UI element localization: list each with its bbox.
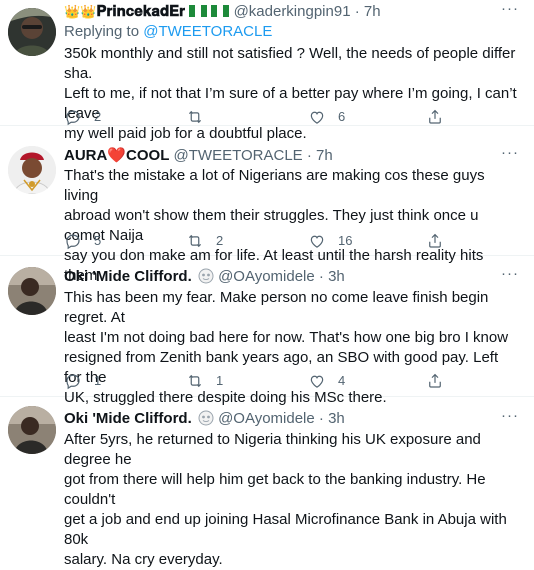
crown-emoji: 👑👑	[64, 4, 97, 19]
timestamp[interactable]: 3h	[328, 268, 345, 285]
avatar[interactable]	[8, 8, 56, 56]
retweet-count: 1	[216, 373, 224, 388]
user-handle[interactable]: @kaderkingpin91	[234, 3, 351, 20]
share-button[interactable]	[426, 231, 456, 251]
separator-dot: ·	[318, 268, 324, 285]
heart-emoji: ❤️	[107, 147, 127, 164]
tweet-header: 👑👑𝐏𝐫𝐢𝐧𝐜𝐞𝐤𝐚𝐝𝐄𝐫 @kaderkingpin91 · 7h	[64, 2, 494, 22]
avatar[interactable]	[8, 406, 56, 454]
display-name[interactable]: Oki 'Mide Clifford.	[64, 268, 192, 285]
tweet-text-line: get a job and end up joining Hasal Micro…	[64, 511, 507, 548]
retweet-button[interactable]: 1	[186, 371, 223, 391]
more-options-icon[interactable]: ···	[500, 145, 520, 167]
user-handle[interactable]: @OAyomidele	[218, 268, 315, 285]
tweet-text-line: After 5yrs, he returned to Nigeria think…	[64, 431, 481, 468]
tweet-header: Oki 'Mide Clifford. @OAyomidele · 3h	[64, 409, 494, 429]
replying-to-link[interactable]: @TWEETORACLE	[143, 23, 272, 40]
reply-icon	[66, 110, 80, 126]
display-name[interactable]: 𝐏𝐫𝐢𝐧𝐜𝐞𝐤𝐚𝐝𝐄𝐫	[96, 3, 185, 20]
replying-prefix: Replying to	[64, 23, 140, 40]
face-emoji-icon	[198, 410, 214, 426]
retweet-icon	[188, 374, 202, 388]
display-name-part: AURA	[64, 147, 108, 164]
tweet-text: After 5yrs, he returned to Nigeria think…	[64, 430, 519, 570]
more-options-icon[interactable]: ···	[500, 266, 520, 288]
user-handle[interactable]: @OAyomidele	[218, 410, 315, 427]
timestamp[interactable]: 3h	[328, 410, 345, 427]
retweet-button[interactable]: 2	[186, 231, 223, 251]
replying-to: Replying to @TWEETORACLE	[64, 22, 272, 42]
like-button[interactable]: 16	[308, 231, 352, 251]
separator-dot: ·	[354, 3, 360, 20]
retweet-button[interactable]	[186, 107, 216, 127]
avatar-image	[8, 267, 56, 315]
like-count: 16	[338, 233, 353, 248]
share-button[interactable]	[426, 371, 456, 391]
timestamp[interactable]: 7h	[316, 147, 333, 164]
reply-icon	[66, 234, 80, 250]
more-options-icon[interactable]: ···	[500, 1, 520, 23]
like-count: 6	[338, 109, 346, 124]
share-button[interactable]	[426, 107, 456, 127]
share-icon	[429, 373, 441, 388]
reply-icon	[66, 374, 80, 390]
timestamp[interactable]: 7h	[364, 3, 381, 20]
avatar-image	[8, 406, 56, 454]
like-count: 4	[338, 373, 346, 388]
share-icon	[429, 233, 441, 248]
tweet-text-line: salary. Na cry everyday.	[64, 551, 223, 568]
user-handle[interactable]: @TWEETORACLE	[174, 147, 303, 164]
tweet-3[interactable]: Oki 'Mide Clifford. @OAyomidele · 3h ···…	[0, 257, 534, 406]
tweet-text: 350k monthly and still not satisfied ? W…	[64, 44, 519, 144]
display-name-part: COOL	[126, 147, 170, 164]
display-name[interactable]: AURA❤️COOL	[64, 147, 169, 164]
face-emoji-icon	[198, 268, 214, 284]
tweet-1[interactable]: 👑👑𝐏𝐫𝐢𝐧𝐜𝐞𝐤𝐚𝐝𝐄𝐫 @kaderkingpin91 · 7h ··· R…	[0, 0, 534, 142]
avatar-image	[8, 146, 56, 194]
retweet-icon	[188, 234, 202, 248]
reply-count: 5	[94, 233, 102, 248]
tweet-text-line: This has been my fear. Make person no co…	[64, 289, 489, 326]
retweet-icon	[188, 110, 202, 124]
tweet-header: AURA❤️COOL @TWEETORACLE · 7h	[64, 146, 494, 166]
heart-icon	[310, 375, 324, 388]
tweet-header: Oki 'Mide Clifford. @OAyomidele · 3h	[64, 267, 494, 287]
heart-icon	[310, 235, 324, 248]
separator-dot: ·	[306, 147, 312, 164]
separator-dot: ·	[318, 410, 324, 427]
tweet-text-line: least I'm not doing bad here for now. Th…	[64, 329, 509, 346]
display-name[interactable]: Oki 'Mide Clifford.	[64, 410, 192, 427]
tweet-actions: 2 6	[56, 107, 524, 127]
tweet-text-line: got from there will help him get back to…	[64, 471, 486, 508]
reply-count: 1	[94, 373, 102, 388]
share-icon	[429, 109, 441, 124]
tweet-4[interactable]: Oki 'Mide Clifford. @OAyomidele · 3h ···…	[0, 398, 534, 568]
heart-icon	[310, 111, 324, 124]
avatar-image	[8, 8, 56, 56]
tweet-2[interactable]: AURA❤️COOL @TWEETORACLE · 7h ··· That's …	[0, 138, 534, 284]
retweet-count: 2	[216, 233, 224, 248]
reply-button[interactable]: 2	[64, 107, 101, 127]
tweet-actions: 1 1 4	[56, 371, 524, 391]
tweet-text-line: 350k monthly and still not satisfied ? W…	[64, 45, 516, 82]
tweet-text-line: That's the mistake a lot of Nigerians ar…	[64, 167, 485, 204]
tweet-actions: 5 2 16	[56, 231, 524, 251]
avatar[interactable]	[8, 267, 56, 315]
reply-count: 2	[94, 109, 102, 124]
avatar[interactable]	[8, 146, 56, 194]
nigeria-flag-icon	[189, 5, 208, 17]
reply-button[interactable]: 5	[64, 231, 101, 251]
flag-icon	[211, 5, 230, 17]
reply-button[interactable]: 1	[64, 371, 101, 391]
like-button[interactable]: 6	[308, 107, 345, 127]
more-options-icon[interactable]: ···	[500, 408, 520, 430]
like-button[interactable]: 4	[308, 371, 345, 391]
